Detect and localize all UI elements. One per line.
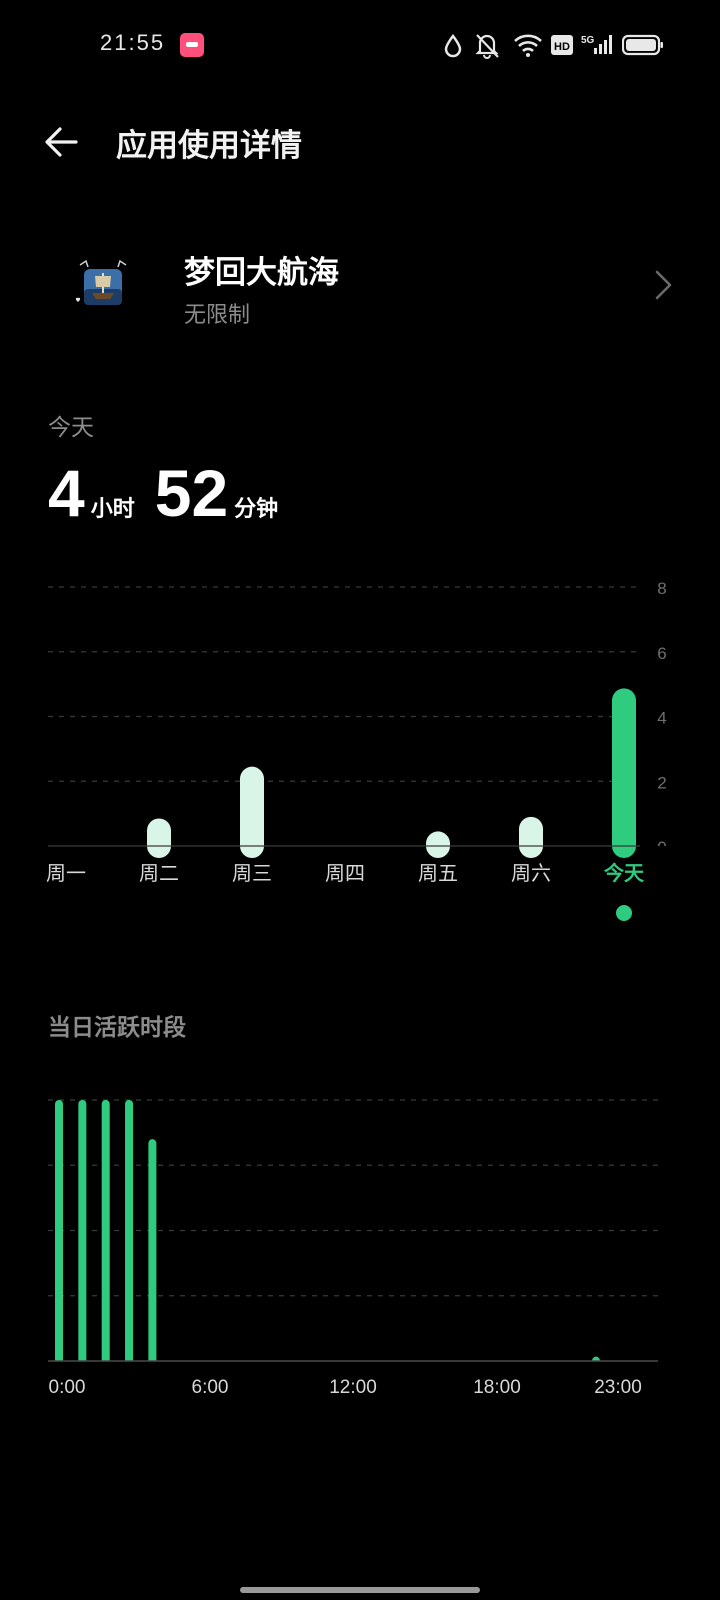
today-label: 今天 <box>48 415 94 441</box>
x-tick-label: 12:00 <box>329 1377 377 1398</box>
hours-unit: 小时 <box>90 497 135 522</box>
usage-minutes: 52 <box>154 456 229 530</box>
chevron-right-icon <box>655 270 672 300</box>
selected-day-indicator <box>616 905 632 921</box>
x-tick-label[interactable]: 周六 <box>511 861 551 885</box>
hourly-bar[interactable] <box>101 1100 110 1365</box>
hourly-bar[interactable] <box>148 1139 157 1365</box>
weekly-bar[interactable] <box>147 818 171 858</box>
status-time: 21:55 <box>100 30 166 55</box>
weekly-bar[interactable] <box>519 816 543 858</box>
svg-text:5G: 5G <box>581 35 595 46</box>
hourly-bar[interactable] <box>55 1100 63 1365</box>
x-tick-label[interactable]: 周一 <box>46 861 86 885</box>
notification-app-icon <box>180 33 204 57</box>
back-button[interactable] <box>40 118 88 166</box>
x-tick-label: 23:00 <box>594 1377 642 1398</box>
y-tick-label: 2 <box>657 773 666 792</box>
hd-icon: HD <box>551 35 573 55</box>
y-tick-label: 6 <box>657 644 666 663</box>
signal-5g-icon: 5G <box>581 35 612 54</box>
usage-total: 4 小时 52 分钟 <box>48 455 298 535</box>
y-tick-label: 8 <box>657 579 666 598</box>
x-tick-label[interactable]: 周三 <box>232 861 272 885</box>
hourly-bar[interactable] <box>125 1100 134 1365</box>
hourly-active-chart: 0:00 6:00 12:00 18:00 23:00 <box>0 1099 720 1398</box>
back-arrow-icon <box>45 127 78 157</box>
x-tick-label[interactable]: 周四 <box>325 861 365 885</box>
x-tick-label[interactable]: 周二 <box>139 861 179 885</box>
x-tick-label[interactable]: 今天 <box>604 861 645 885</box>
app-limit-status: 无限制 <box>184 303 251 328</box>
water-drop-icon <box>444 33 462 58</box>
wifi-icon <box>514 34 542 57</box>
home-indicator[interactable] <box>240 1587 480 1593</box>
app-icon <box>75 259 127 305</box>
app-name: 梦回大航海 <box>184 255 339 291</box>
battery-icon <box>622 34 663 56</box>
minutes-unit: 分钟 <box>234 497 279 522</box>
app-info-row[interactable]: 梦回大航海 无限制 <box>0 235 720 345</box>
weekly-usage-chart: 02468周一周二周三周四周五周六今天 <box>0 579 720 921</box>
status-bar: 21:55 HD 5G <box>0 0 720 90</box>
hourly-bar[interactable] <box>78 1100 87 1365</box>
y-tick-label: 4 <box>657 709 666 728</box>
weekly-bar[interactable] <box>426 831 450 858</box>
usage-hours: 4 <box>48 456 85 530</box>
x-tick-label[interactable]: 周五 <box>418 861 458 885</box>
weekly-bar[interactable] <box>240 766 264 858</box>
page-title: 应用使用详情 <box>116 128 302 164</box>
x-tick-label: 0:00 <box>49 1377 86 1398</box>
weekly-bar[interactable] <box>612 688 636 858</box>
mute-icon <box>475 34 499 59</box>
daily-active-title: 当日活跃时段 <box>48 1015 186 1041</box>
svg-text:HD: HD <box>554 41 570 53</box>
x-tick-label: 18:00 <box>473 1377 521 1398</box>
x-tick-label: 6:00 <box>192 1377 229 1398</box>
